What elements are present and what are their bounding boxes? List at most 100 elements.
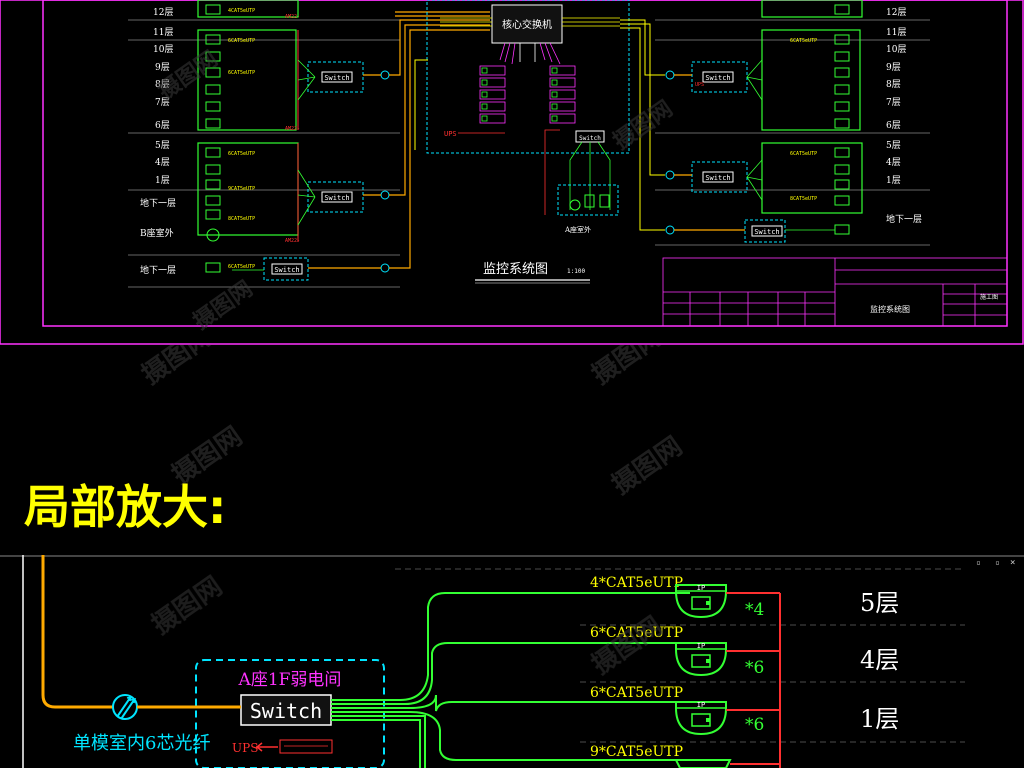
zoom-heading-panel: 摄图网 摄图网 摄图网 摄图网 局部放大:	[0, 345, 1024, 555]
switch-label: Switch	[579, 135, 601, 142]
svg-text:AM22-: AM22-	[285, 14, 300, 20]
left-floor-label: 地下一层	[140, 264, 176, 276]
ip-camera-b1	[674, 759, 732, 768]
ups-box	[279, 739, 333, 754]
right-floor-label: 8层	[886, 79, 901, 90]
left-floor-label: 12层	[153, 7, 173, 18]
floor-labels: 5层 4层 1层	[860, 589, 899, 733]
svg-text:6CAT5eUTP: 6CAT5eUTP	[790, 151, 817, 157]
switch-label: Switch	[324, 74, 349, 82]
left-floor-labels: 12层 11层 10层 9层 8层 7层 6层 5层 4层 1层 地下一层 B座…	[140, 7, 176, 276]
camera-counts: *4 *6 *6	[745, 600, 764, 735]
svg-text:摄图网: 摄图网	[607, 431, 688, 500]
outdoor-label: A座室外	[564, 225, 591, 234]
svg-text:AM22-: AM22-	[285, 126, 300, 132]
camera-count: *6	[745, 715, 764, 735]
svg-text:摄图网: 摄图网	[147, 571, 228, 640]
ups-label: UPS	[444, 130, 457, 138]
nvr-stack-left	[479, 65, 506, 124]
svg-text:9CAT5eUTP: 9CAT5eUTP	[228, 186, 255, 192]
right-floor-label: 4层	[886, 157, 901, 168]
right-floor-label: 7层	[886, 97, 901, 108]
core-switch: 核心交换机	[491, 4, 563, 44]
zoom-heading-area: 摄图网 摄图网 摄图网 摄图网 局部放大:	[24, 345, 688, 534]
right-floor-label: 11层	[886, 27, 906, 38]
svg-text:摄图网: 摄图网	[587, 611, 668, 680]
svg-text:摄图网: 摄图网	[587, 345, 668, 391]
left-camera-column: 4CAT5eUTP 6CAT5eUTP 6CAT5eUTP 6CAT5eUTP …	[197, 0, 300, 273]
ip-camera-4f: IP	[675, 642, 727, 677]
right-floor-label: 9层	[886, 62, 901, 73]
right-floor-label: 6层	[886, 120, 901, 131]
svg-text:6CAT5eUTP: 6CAT5eUTP	[228, 38, 255, 44]
cad-overview-drawing: 12层 11层 10层 9层 8层 7层 6层 5层 4层 1层 地下一层 B座…	[0, 0, 1024, 345]
svg-text:6CAT5eUTP: 6CAT5eUTP	[790, 38, 817, 44]
switch-label: Switch	[705, 74, 730, 82]
left-grid-lines	[128, 19, 400, 288]
ip-label: IP	[697, 701, 705, 709]
switch-label: Switch	[250, 699, 322, 723]
left-floor-label: 9层	[155, 62, 170, 73]
svg-text:摄图网: 摄图网	[137, 345, 218, 391]
diagram-title-text: 监控系统图	[483, 262, 548, 277]
left-fiber-trunks	[389, 11, 490, 269]
zoom-heading: 局部放大:	[24, 480, 226, 534]
restore-icon[interactable]: ▫	[976, 558, 981, 567]
zoom-detail-drawing: ▫ ▫ × 单模室内6芯光纤 A座1F弱电间 Switch UPS 4*CAT5…	[0, 555, 1024, 768]
right-camera-column: 6CAT5eUTP 6CAT5eUTP 8CAT5eUTP Switch Swi…	[665, 0, 863, 243]
floor-label: 5层	[860, 589, 899, 617]
svg-text:6CAT5eUTP: 6CAT5eUTP	[228, 70, 255, 76]
cable-label: 4*CAT5eUTP	[590, 575, 683, 591]
left-floor-label: 地下一层	[140, 197, 176, 209]
svg-text:4CAT5eUTP: 4CAT5eUTP	[228, 8, 255, 14]
ip-camera-1f: IP	[675, 701, 727, 736]
core-switch-label: 核心交换机	[502, 18, 552, 31]
cad-overview-panel: 12层 11层 10层 9层 8层 7层 6层 5层 4层 1层 地下一层 B座…	[0, 0, 1024, 345]
right-floor-label: 1层	[886, 175, 901, 186]
right-floor-label: 12层	[886, 7, 906, 18]
switch-label: Switch	[705, 174, 730, 182]
nvr-stack-right	[549, 65, 576, 124]
core-secondary-switch: Switch A座室外	[544, 129, 619, 234]
right-floor-label: 地下一层	[886, 213, 922, 225]
svg-text:6CAT5eUTP: 6CAT5eUTP	[228, 264, 255, 270]
room-label: A座1F弱电间	[238, 670, 342, 690]
svg-text:摄图网: 摄图网	[609, 96, 678, 155]
switch-label: Switch	[754, 228, 779, 236]
left-floor-label: B座室外	[140, 227, 174, 239]
diagram-scale: 1:100	[567, 268, 585, 275]
title-block	[662, 257, 1008, 327]
switch-label: Switch	[274, 266, 299, 274]
right-ups-label: UPS	[695, 82, 704, 88]
cable-label: 9*CAT5eUTP	[590, 744, 683, 760]
fiber-connector-icon	[112, 694, 138, 720]
left-floor-label: 1层	[155, 175, 170, 186]
close-icon[interactable]: ×	[1010, 558, 1015, 568]
cable-label: 6*CAT5eUTP	[590, 685, 683, 701]
right-floor-label: 5层	[886, 140, 901, 151]
watermark-group: 摄图网 摄图网 摄图网 摄图网	[137, 345, 688, 501]
left-floor-label: 5层	[155, 140, 170, 151]
svg-text:6CAT5eUTP: 6CAT5eUTP	[228, 151, 255, 157]
ip-label: IP	[697, 642, 705, 650]
svg-text:8CAT5eUTP: 8CAT5eUTP	[228, 216, 255, 222]
title-block-stage: 施工图	[980, 293, 998, 301]
minimize-icon[interactable]: ▫	[995, 558, 1000, 567]
ip-label: IP	[697, 584, 705, 592]
left-floor-label: 10层	[153, 44, 173, 55]
left-floor-label: 4层	[155, 157, 170, 168]
fiber-line	[41, 555, 113, 709]
left-floor-label: 11层	[153, 27, 173, 38]
switch-label: Switch	[324, 194, 349, 202]
diagram-title: 监控系统图 1:100	[475, 262, 590, 284]
ups-label: UPS	[232, 741, 258, 755]
svg-text:8CAT5eUTP: 8CAT5eUTP	[790, 196, 817, 202]
camera-count: *6	[745, 658, 764, 678]
svg-text:AM22-: AM22-	[285, 238, 300, 244]
fiber-label: 单模室内6芯光纤	[73, 733, 210, 754]
title-block-name: 监控系统图	[870, 304, 910, 314]
floor-label: 1层	[860, 705, 899, 733]
zoom-detail-panel: ▫ ▫ × 单模室内6芯光纤 A座1F弱电间 Switch UPS 4*CAT5…	[0, 555, 1024, 768]
camera-count: *4	[745, 600, 764, 620]
right-floor-label: 10层	[886, 44, 906, 55]
